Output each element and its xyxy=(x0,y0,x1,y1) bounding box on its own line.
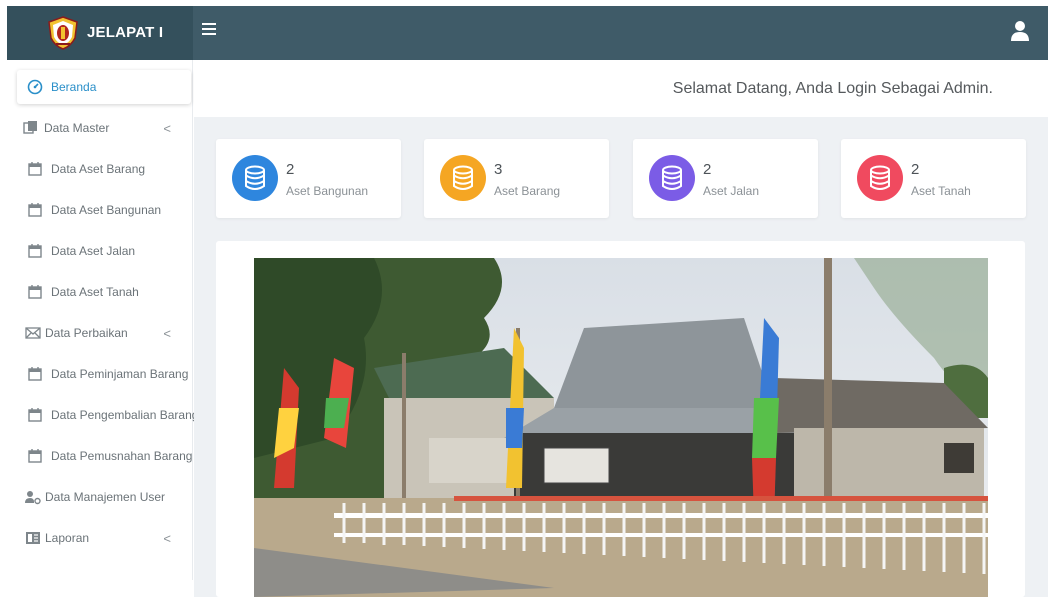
sidebar-item-label: Data Aset Jalan xyxy=(51,244,136,258)
sidebar-item-laporan[interactable]: Laporan < xyxy=(17,521,191,555)
calendar-icon xyxy=(28,367,42,381)
stat-label: Aset Jalan xyxy=(703,184,760,198)
sidebar: Beranda Data Master < Data Aset Barang D… xyxy=(7,60,198,580)
sidebar-item-label: Data Master xyxy=(44,121,110,135)
chevron-left-icon[interactable]: < xyxy=(163,326,171,341)
chevron-left-icon[interactable]: < xyxy=(163,121,171,136)
photo-panel xyxy=(216,241,1025,597)
sidebar-item-data-pengembalian-barang[interactable]: Data Pengembalian Barang xyxy=(17,398,198,432)
stat-label: Aset Barang xyxy=(494,184,561,198)
calendar-icon xyxy=(28,285,42,299)
calendar-icon xyxy=(28,203,42,217)
brand[interactable]: JELAPAT I xyxy=(7,6,193,60)
stat-count: 2 xyxy=(703,161,712,178)
calendar-icon xyxy=(28,244,42,258)
sidebar-item-label: Data Aset Barang xyxy=(51,162,146,176)
stat-label: Aset Bangunan xyxy=(286,184,369,198)
sidebar-item-data-pemusnahan-barang[interactable]: Data Pemusnahan Barang xyxy=(17,439,193,473)
sidebar-item-data-aset-jalan[interactable]: Data Aset Jalan xyxy=(17,234,191,268)
chevron-left-icon[interactable]: < xyxy=(163,531,171,546)
sidebar-item-label: Data Perbaikan xyxy=(45,326,128,340)
sidebar-item-label: Data Aset Bangunan xyxy=(51,203,162,217)
database-icon xyxy=(232,155,278,201)
stat-card-aset-jalan[interactable]: 2 Aset Jalan xyxy=(633,139,818,218)
stat-count: 2 xyxy=(911,161,920,178)
sidebar-item-beranda[interactable]: Beranda xyxy=(17,70,191,104)
sidebar-item-data-master[interactable]: Data Master < xyxy=(17,111,191,145)
users-cog-icon xyxy=(25,491,41,505)
copy-icon xyxy=(23,121,37,134)
sidebar-item-label: Data Pengembalian Barang xyxy=(51,408,199,422)
hamburger-icon[interactable] xyxy=(202,23,216,37)
calendar-icon xyxy=(28,449,42,463)
calendar-icon xyxy=(28,162,42,176)
sidebar-item-data-aset-bangunan[interactable]: Data Aset Bangunan xyxy=(17,193,191,227)
stat-count: 3 xyxy=(494,161,503,178)
database-icon xyxy=(440,155,486,201)
sidebar-item-label: Data Peminjaman Barang xyxy=(51,367,189,381)
sidebar-item-label: Laporan xyxy=(45,531,90,545)
report-icon xyxy=(26,532,40,544)
stat-label: Aset Tanah xyxy=(911,184,971,198)
main-content: Selamat Datang, Anda Login Sebagai Admin… xyxy=(194,60,1048,597)
top-navbar: JELAPAT I xyxy=(7,6,1048,60)
sidebar-item-label: Beranda xyxy=(51,80,97,94)
welcome-bar: Selamat Datang, Anda Login Sebagai Admin… xyxy=(194,60,1048,117)
sidebar-item-data-perbaikan[interactable]: Data Perbaikan < xyxy=(17,316,191,350)
database-icon xyxy=(857,155,903,201)
sidebar-item-label: Data Manajemen User xyxy=(45,490,166,504)
stat-count: 2 xyxy=(286,161,295,178)
dashboard-icon xyxy=(27,79,43,95)
stat-card-aset-bangunan[interactable]: 2 Aset Bangunan xyxy=(216,139,401,218)
sidebar-item-data-peminjaman-barang[interactable]: Data Peminjaman Barang xyxy=(17,357,191,391)
calendar-icon xyxy=(28,408,42,422)
stat-card-aset-tanah[interactable]: 2 Aset Tanah xyxy=(841,139,1026,218)
sidebar-item-data-manajemen-user[interactable]: Data Manajemen User xyxy=(17,480,191,514)
welcome-message: Selamat Datang, Anda Login Sebagai Admin… xyxy=(672,80,993,97)
sidebar-item-data-aset-barang[interactable]: Data Aset Barang xyxy=(17,152,191,186)
envelope-icon xyxy=(25,327,41,339)
office-building-photo xyxy=(254,258,988,597)
sidebar-item-label: Data Aset Tanah xyxy=(51,285,139,299)
user-icon[interactable] xyxy=(1010,20,1030,42)
sidebar-item-data-aset-tanah[interactable]: Data Aset Tanah xyxy=(17,275,191,309)
app-title: JELAPAT I xyxy=(87,24,164,41)
sidebar-item-label: Data Pemusnahan Barang xyxy=(51,449,193,463)
database-icon xyxy=(649,155,695,201)
stat-card-aset-barang[interactable]: 3 Aset Barang xyxy=(424,139,609,218)
logo-icon xyxy=(48,16,78,50)
